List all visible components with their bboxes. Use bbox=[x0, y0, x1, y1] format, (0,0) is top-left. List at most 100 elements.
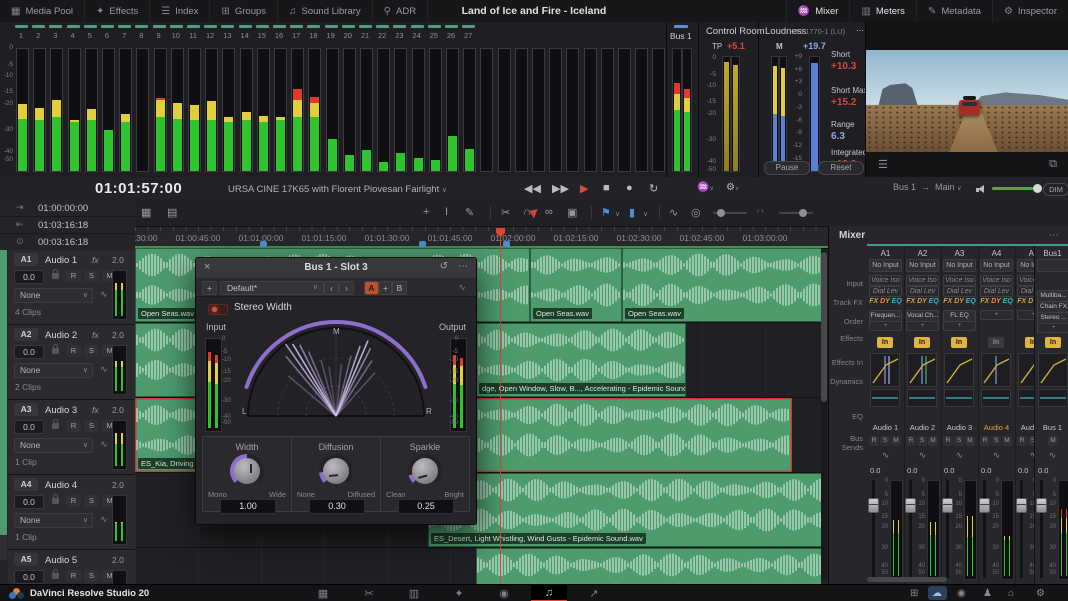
timecode-field[interactable]: ⊙00:03:16:18 bbox=[0, 234, 135, 251]
strip-input-select[interactable]: No Input bbox=[869, 259, 902, 272]
strip-input-select[interactable] bbox=[1037, 259, 1068, 272]
lock-icon[interactable] bbox=[52, 273, 59, 279]
rewind-button[interactable]: ◀◀ bbox=[524, 182, 541, 195]
audio-clip[interactable]: Open Seas.wav bbox=[530, 248, 622, 322]
page-tab-media[interactable]: ▦ bbox=[312, 587, 334, 600]
audio-clip[interactable]: Open Seas.wav bbox=[622, 248, 821, 322]
track-r-button[interactable]: R bbox=[66, 495, 81, 507]
strip-dynamics-graph[interactable] bbox=[870, 353, 900, 387]
track-header-a1[interactable]: A1Audio 1fx2.00.0RSMNone∿4 Clips bbox=[8, 250, 135, 325]
page-tab-deliver[interactable]: ↗ bbox=[583, 587, 605, 600]
strip-input-select[interactable]: No Input bbox=[906, 259, 939, 272]
lock-icon[interactable] bbox=[52, 573, 59, 579]
timeline-vscrollbar-thumb[interactable] bbox=[821, 252, 827, 402]
toolbar-button-meters[interactable]: ▥Meters bbox=[849, 0, 916, 22]
strip-effects-in-button[interactable]: In bbox=[951, 337, 967, 348]
track-input-select[interactable]: None bbox=[14, 288, 93, 303]
strip-effects-in-button[interactable]: In bbox=[914, 337, 930, 348]
lock-icon[interactable] bbox=[52, 498, 59, 504]
lock-icon[interactable] bbox=[52, 423, 59, 429]
flag-insert-icon[interactable]: ▣ bbox=[567, 206, 577, 219]
next-preset-button[interactable]: › bbox=[339, 281, 354, 295]
track-r-button[interactable]: R bbox=[66, 570, 81, 582]
timecode-field[interactable]: ⇥01:00:00:00 bbox=[0, 200, 135, 217]
vertical-zoom-slider[interactable] bbox=[713, 212, 747, 214]
waveform-zoom-icon[interactable]: ∿ bbox=[669, 206, 678, 219]
marker-icon[interactable]: ▮ bbox=[629, 206, 635, 219]
timeline-marker[interactable] bbox=[503, 241, 510, 247]
selection-tool-icon[interactable] bbox=[529, 207, 541, 219]
strip-r-button[interactable]: R bbox=[869, 436, 879, 446]
strip-volume[interactable]: 0.0 bbox=[944, 466, 954, 475]
mixer-strip-a3[interactable]: A3No InputVoice IsoDial LevFX DY EQ FL E… bbox=[941, 246, 979, 584]
strip-order[interactable]: FX DY EQ bbox=[904, 298, 941, 305]
strip-m-button[interactable]: M bbox=[928, 436, 938, 446]
strip-input-select[interactable]: No Input bbox=[980, 259, 1013, 272]
strip-s-button[interactable]: S bbox=[991, 436, 1001, 446]
toolbar-button-groups[interactable]: ⊞Groups bbox=[210, 0, 278, 22]
add-preset-button[interactable]: + bbox=[202, 281, 217, 295]
strip-eq-graph[interactable] bbox=[907, 389, 937, 407]
toolbar-button-inspector[interactable]: ⚙Inspector bbox=[992, 0, 1068, 22]
strip-add-effect[interactable]: + bbox=[869, 321, 902, 331]
dual-screen-icon[interactable]: ⧉ bbox=[1049, 158, 1057, 171]
razor-icon[interactable]: ✂ bbox=[501, 206, 510, 219]
horizontal-zoom-slider[interactable] bbox=[779, 212, 813, 214]
lock-icon[interactable] bbox=[52, 348, 59, 354]
track-input-select[interactable]: None bbox=[14, 438, 93, 453]
knob-diffusion[interactable]: DiffusionNoneDiffused0.30 bbox=[292, 437, 381, 511]
track-index-icon[interactable]: ▤ bbox=[167, 206, 177, 219]
strip-pan-icon[interactable]: ∿ bbox=[904, 450, 941, 461]
track-pan-icon[interactable]: ∿ bbox=[100, 439, 108, 450]
knob-value[interactable]: 0.30 bbox=[309, 499, 365, 514]
knob-ring[interactable] bbox=[408, 454, 442, 488]
strip-eq-graph[interactable] bbox=[1038, 389, 1068, 407]
preset-dropdown[interactable]: Default* bbox=[220, 281, 324, 295]
pen-tool-icon[interactable]: ✎ bbox=[465, 206, 474, 219]
flag-icon[interactable]: ⚑ bbox=[601, 206, 611, 219]
loop-button[interactable]: ↻ bbox=[649, 182, 658, 195]
strip-m-button[interactable]: M bbox=[965, 436, 975, 446]
strip-s-button[interactable]: S bbox=[917, 436, 927, 446]
strip-fader-track[interactable] bbox=[872, 480, 875, 578]
track-r-button[interactable]: R bbox=[66, 270, 81, 282]
strip-volume[interactable]: 0.0 bbox=[907, 466, 917, 475]
strip-fader-track[interactable] bbox=[1020, 480, 1023, 578]
playhead-line[interactable] bbox=[500, 228, 501, 583]
strip-r-button[interactable]: R bbox=[943, 436, 953, 446]
record-button[interactable]: ● bbox=[626, 182, 633, 194]
knob-face[interactable] bbox=[412, 458, 438, 484]
strip-s-button[interactable]: S bbox=[954, 436, 964, 446]
reset-button[interactable]: Reset bbox=[818, 161, 864, 175]
track-header-a3[interactable]: A3Audio 3fx2.00.0RSMNone∿1 Clip bbox=[8, 400, 135, 475]
zoom-link-icon[interactable]: ◎ bbox=[691, 206, 701, 219]
knob-value[interactable]: 0.25 bbox=[398, 499, 454, 514]
toolbar-button-mixer[interactable]: ♒Mixer bbox=[786, 0, 850, 22]
plugin-titlebar[interactable]: × Bus 1 - Slot 3 ↺ ⋯ bbox=[196, 258, 476, 278]
strip-trackfx[interactable]: Voice Iso bbox=[943, 275, 976, 286]
track-s-button[interactable]: S bbox=[84, 345, 99, 357]
toolbar-button-media-pool[interactable]: ▦Media Pool bbox=[0, 0, 85, 22]
knob-width[interactable]: WidthMonoWide1.00 bbox=[203, 437, 292, 511]
monitor-volume-slider[interactable] bbox=[992, 187, 1040, 190]
track-volume[interactable]: 0.0 bbox=[14, 345, 44, 359]
strip-effects-in-button[interactable]: In bbox=[1045, 337, 1061, 348]
knob-value[interactable]: 1.00 bbox=[220, 499, 276, 514]
link-icon[interactable]: ∞ bbox=[545, 206, 553, 218]
strip-m-button[interactable]: M bbox=[891, 436, 901, 446]
track-s-button[interactable]: S bbox=[84, 570, 99, 582]
flag-chevron-icon[interactable]: ∨ bbox=[615, 210, 620, 218]
ab-copy-button[interactable]: + bbox=[379, 281, 392, 295]
strip-order[interactable]: FX DY EQ bbox=[978, 298, 1015, 305]
track-header-a4[interactable]: A4Audio 42.00.0RSMNone∿1 Clip bbox=[8, 475, 135, 550]
plugin-bypass-toggle[interactable] bbox=[208, 304, 228, 315]
timeline-marker[interactable] bbox=[419, 241, 426, 247]
track-pan-icon[interactable]: ∿ bbox=[100, 364, 108, 375]
track-volume[interactable]: 0.0 bbox=[14, 495, 44, 509]
snap-icon[interactable]: ∩ bbox=[523, 206, 531, 218]
strip-add-effect[interactable]: + bbox=[943, 321, 976, 331]
page-tab-fairlight[interactable]: ♫ bbox=[538, 587, 560, 599]
track-volume[interactable]: 0.0 bbox=[14, 270, 44, 284]
strip-m-button[interactable]: M bbox=[1048, 436, 1058, 446]
strip-trackfx[interactable]: Voice Iso bbox=[906, 275, 939, 286]
